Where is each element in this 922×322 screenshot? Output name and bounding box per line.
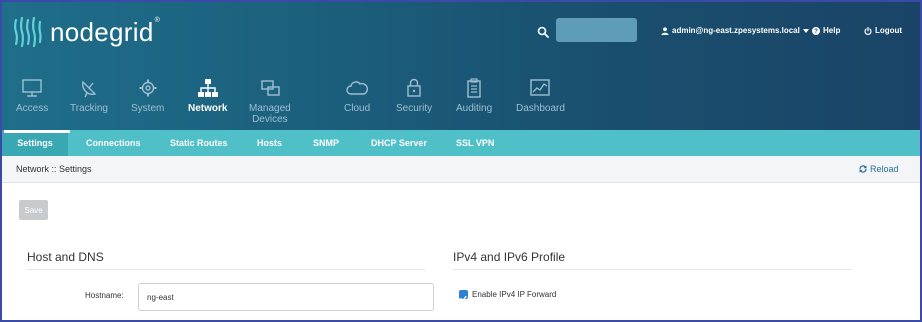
search-icon[interactable] bbox=[537, 26, 549, 38]
ipv4-forward-checkbox[interactable] bbox=[459, 290, 468, 302]
nav-label: Tracking bbox=[70, 103, 108, 114]
cloud-icon bbox=[346, 81, 369, 95]
top-header: nodegrid ® admin@ng-east.zpesystems.loca… bbox=[2, 2, 920, 130]
nav-security[interactable]: Security bbox=[396, 78, 432, 114]
logout-link[interactable]: Logout bbox=[864, 26, 902, 35]
lock-icon bbox=[407, 78, 421, 97]
question-circle-icon: ? bbox=[812, 26, 820, 35]
hostname-field[interactable] bbox=[138, 283, 434, 311]
tab-settings[interactable]: Settings bbox=[2, 130, 68, 156]
chart-icon bbox=[530, 79, 551, 96]
hostname-label: Hostname: bbox=[85, 291, 124, 300]
tab-label: DHCP Server bbox=[371, 138, 427, 148]
tab-label: Hosts bbox=[257, 138, 283, 148]
satellite-dish-icon bbox=[82, 80, 97, 98]
clipboard-icon bbox=[467, 78, 481, 98]
power-icon bbox=[864, 26, 872, 35]
app-frame: nodegrid ® admin@ng-east.zpesystems.loca… bbox=[0, 0, 922, 322]
tab-label: Static Routes bbox=[170, 138, 228, 148]
nav-label: System bbox=[131, 103, 165, 114]
help-link[interactable]: ? Help bbox=[812, 26, 840, 35]
nav-auditing[interactable]: Auditing bbox=[456, 78, 492, 114]
nav-cloud[interactable]: Cloud bbox=[344, 78, 370, 114]
reload-label: Reload bbox=[870, 164, 899, 174]
registered-mark: ® bbox=[154, 16, 160, 24]
breadcrumb: Network :: Settings bbox=[16, 164, 92, 174]
search-input[interactable] bbox=[556, 18, 637, 42]
gear-icon bbox=[139, 79, 157, 97]
user-menu[interactable]: admin@ng-east.zpesystems.local bbox=[661, 26, 809, 35]
check-icon bbox=[460, 295, 467, 302]
section-title-ip-profile: IPv4 and IPv6 Profile bbox=[453, 250, 566, 264]
nav-label: Security bbox=[396, 103, 433, 114]
help-label: Help bbox=[823, 26, 841, 35]
user-name: admin@ng-east.zpesystems.local bbox=[672, 26, 800, 35]
tab-hosts[interactable]: Hosts bbox=[257, 130, 282, 156]
brand-logo[interactable]: nodegrid ® bbox=[12, 14, 160, 50]
save-button[interactable]: Save bbox=[19, 200, 48, 220]
section-divider bbox=[27, 269, 425, 270]
devices-icon bbox=[261, 80, 280, 96]
nav-label: Cloud bbox=[344, 103, 371, 114]
tab-label: SSL VPN bbox=[456, 138, 495, 148]
nav-label: Dashboard bbox=[516, 103, 565, 114]
nav-managed-devices[interactable]: Managed Devices bbox=[249, 78, 291, 125]
section-title-host-dns: Host and DNS bbox=[27, 250, 104, 264]
active-tab-indicator bbox=[4, 130, 70, 133]
user-icon bbox=[661, 26, 669, 35]
nav-access[interactable]: Access bbox=[16, 78, 48, 114]
nav-label: Access bbox=[16, 103, 49, 114]
monitor-icon bbox=[22, 79, 42, 97]
tab-label: Connections bbox=[86, 138, 141, 148]
section-divider bbox=[453, 269, 852, 270]
nav-label: Managed Devices bbox=[249, 103, 291, 125]
nodegrid-logo-icon bbox=[14, 16, 42, 48]
nav-dashboard[interactable]: Dashboard bbox=[516, 78, 565, 114]
ipv4-forward-label[interactable]: Enable IPv4 IP Forward bbox=[472, 290, 556, 299]
svg-text:?: ? bbox=[814, 29, 818, 35]
breadcrumb-bar: Network :: Settings Reload bbox=[2, 156, 920, 183]
tab-connections[interactable]: Connections bbox=[86, 130, 141, 156]
refresh-icon bbox=[859, 165, 867, 173]
reload-button[interactable]: Reload bbox=[859, 164, 899, 174]
nav-network[interactable]: Network bbox=[188, 78, 227, 114]
tab-label: SNMP bbox=[313, 138, 340, 148]
brand-name: nodegrid bbox=[50, 16, 154, 47]
nav-label: Network bbox=[188, 103, 228, 114]
sub-nav: Settings Connections Static Routes Hosts… bbox=[2, 130, 920, 156]
nav-system[interactable]: System bbox=[131, 78, 164, 114]
network-tree-icon bbox=[197, 79, 218, 97]
tab-static-routes[interactable]: Static Routes bbox=[170, 130, 228, 156]
tab-dhcp-server[interactable]: DHCP Server bbox=[371, 130, 427, 156]
tab-ssl-vpn[interactable]: SSL VPN bbox=[456, 130, 494, 156]
tab-label: Settings bbox=[17, 138, 53, 148]
tab-snmp[interactable]: SNMP bbox=[313, 130, 339, 156]
nav-label: Auditing bbox=[456, 103, 493, 114]
nav-tracking[interactable]: Tracking bbox=[70, 78, 108, 114]
chevron-down-icon bbox=[802, 28, 809, 33]
logout-label: Logout bbox=[875, 26, 903, 35]
